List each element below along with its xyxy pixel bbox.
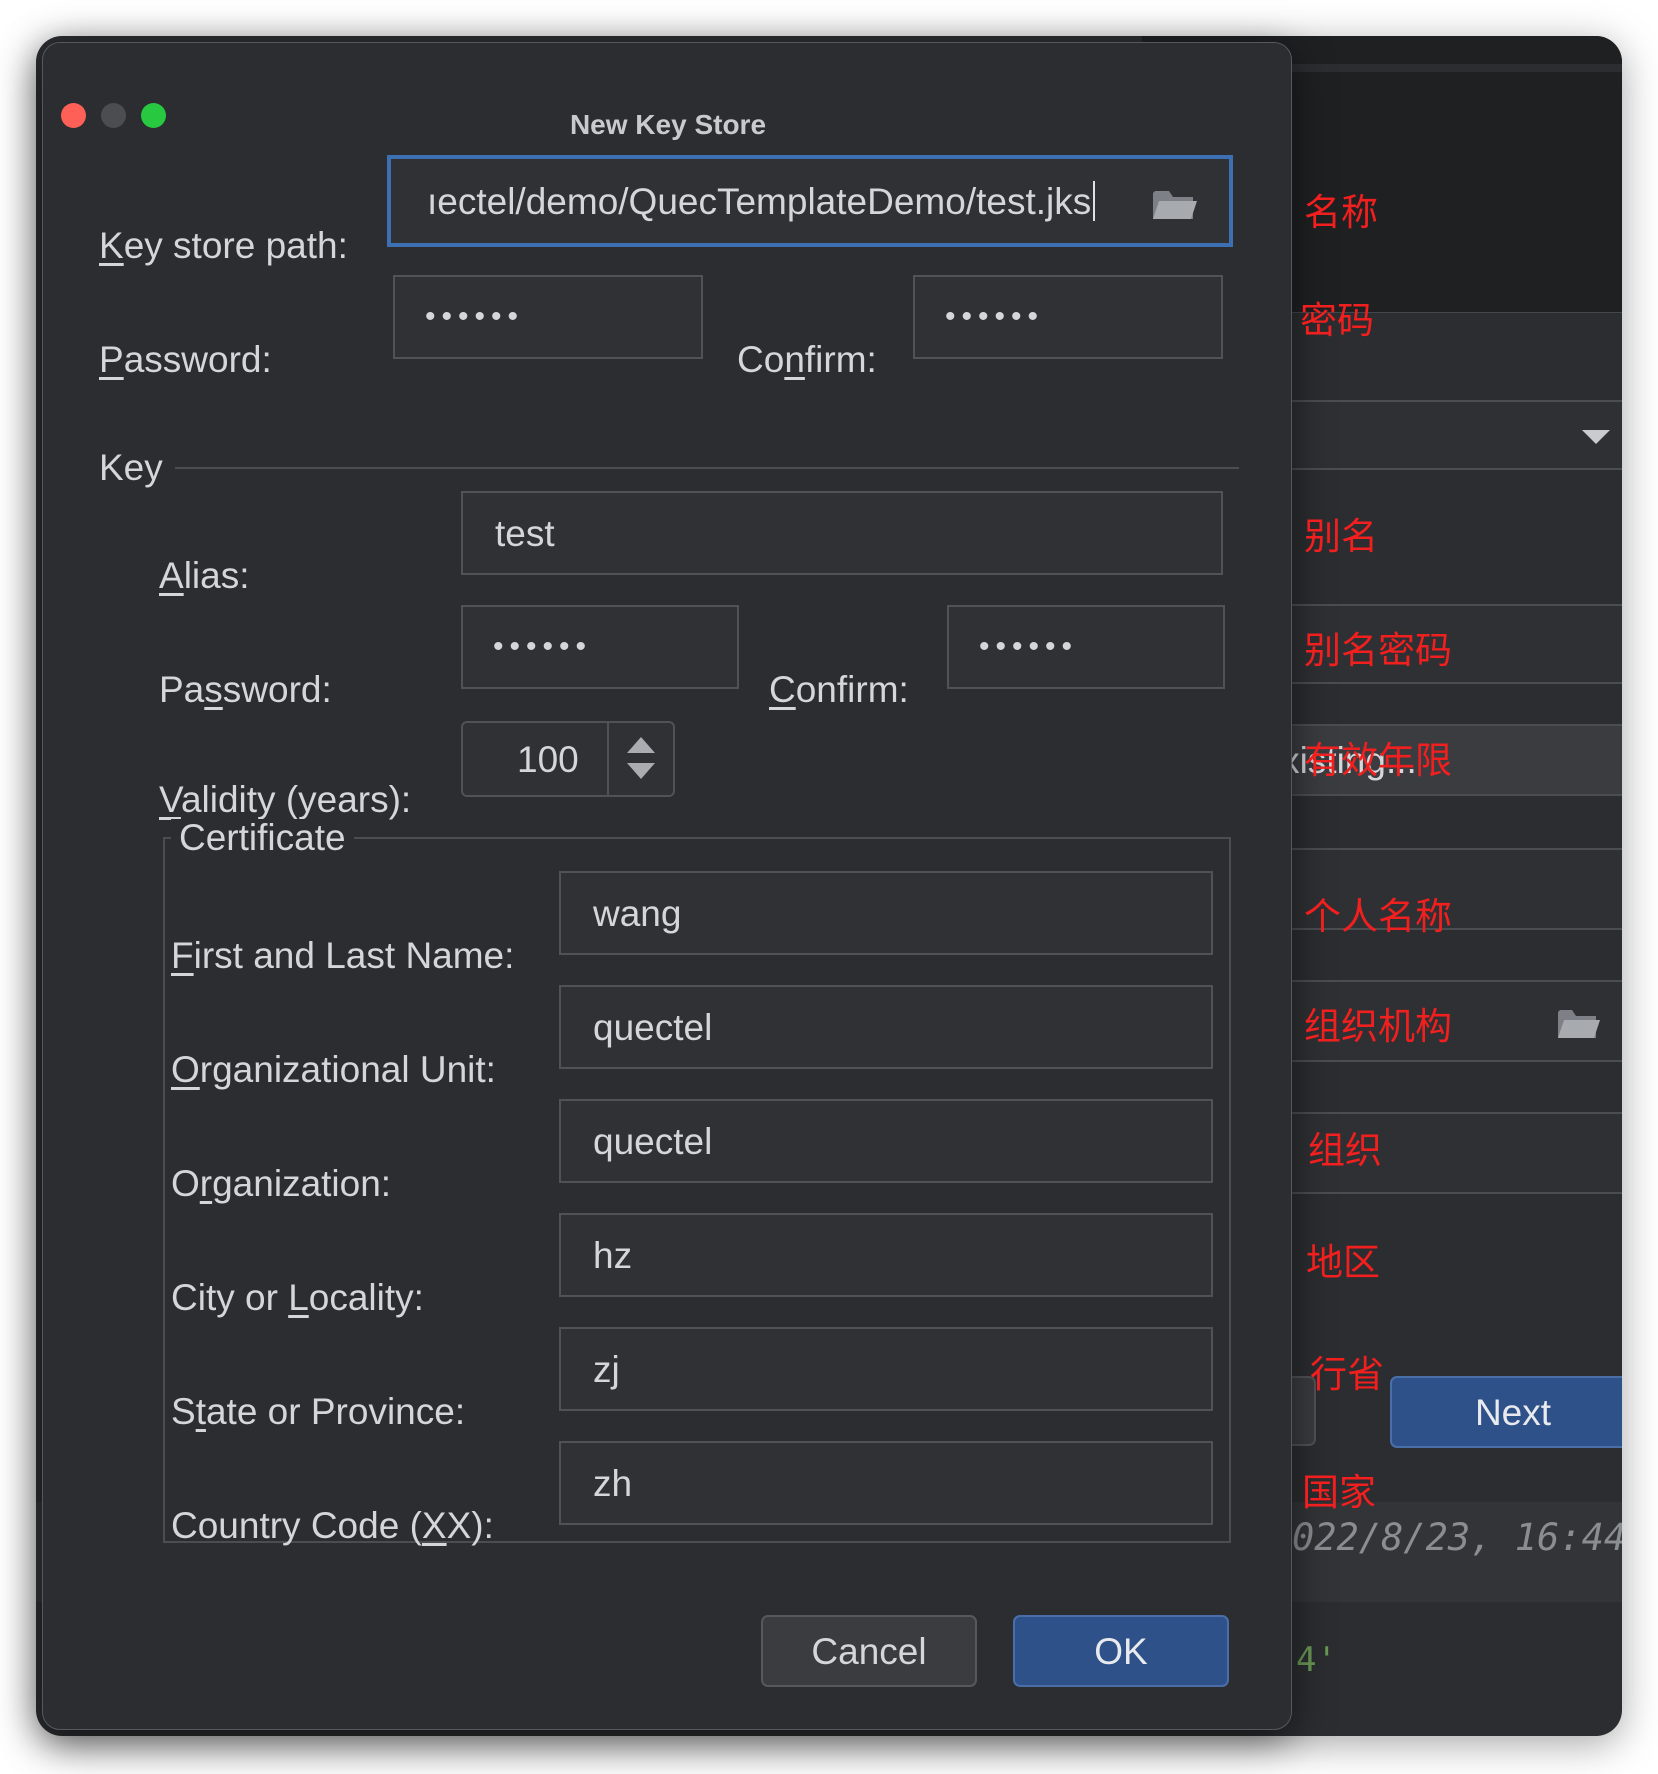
folder-icon[interactable] xyxy=(1556,1004,1602,1042)
annotation-validity: 有效年限 xyxy=(1304,739,1452,782)
first-last-name-input[interactable]: wang xyxy=(559,871,1213,955)
cancel-button[interactable]: Cancel xyxy=(761,1615,977,1687)
annotation-personal-name: 个人名称 xyxy=(1304,895,1452,938)
keystore-confirm-input[interactable]: •••••• xyxy=(913,275,1223,359)
first-last-name-label: First and Last Name: xyxy=(171,935,515,976)
log-timestamp: 022/8/23, 16:44 xyxy=(1292,1516,1622,1559)
code-fragment: 4' xyxy=(1296,1640,1337,1680)
annotation-country: 国家 xyxy=(1302,1471,1376,1514)
text-cursor xyxy=(1093,181,1096,221)
annotation-alias: 别名 xyxy=(1304,515,1378,558)
key-section-divider xyxy=(175,467,1239,469)
dialog-title: New Key Store xyxy=(569,109,767,140)
city-label: City or Locality: xyxy=(171,1277,424,1318)
organization-label: Organization: xyxy=(171,1163,392,1204)
chevron-down-icon xyxy=(1582,430,1610,444)
state-label: State or Province: xyxy=(171,1391,466,1432)
key-confirm-input[interactable]: •••••• xyxy=(947,605,1225,689)
key-password-input[interactable]: •••••• xyxy=(461,605,739,689)
validity-spinner[interactable]: 100 xyxy=(461,721,675,797)
country-code-input[interactable]: zh xyxy=(559,1441,1213,1525)
key-confirm-label: Confirm: xyxy=(769,669,909,710)
key-store-path-value: ıectel/demo/QuecTemplateDemo/test.jks xyxy=(427,180,1092,222)
keystore-password-label: Password: xyxy=(99,339,272,380)
org-unit-input[interactable]: quectel xyxy=(559,985,1213,1069)
state-input[interactable]: zj xyxy=(559,1327,1213,1411)
new-key-store-dialog: New Key Store Key store path: ıectel/dem… xyxy=(42,42,1292,1730)
annotation-org-unit: 组织机构 xyxy=(1304,1005,1452,1048)
annotation-password: 密码 xyxy=(1300,299,1374,342)
spinner-divider xyxy=(607,723,609,795)
annotation-alias-password: 别名密码 xyxy=(1304,629,1452,672)
alias-label: Alias: xyxy=(159,555,250,596)
alias-input[interactable]: test xyxy=(461,491,1223,575)
key-store-path-input[interactable]: ıectel/demo/QuecTemplateDemo/test.jks xyxy=(387,155,1233,247)
organization-input[interactable]: quectel xyxy=(559,1099,1213,1183)
validity-value: 100 xyxy=(517,738,579,780)
annotation-region: 地区 xyxy=(1306,1241,1380,1284)
annotation-name: 名称 xyxy=(1304,191,1378,234)
increment-arrow-icon[interactable] xyxy=(627,737,655,753)
org-unit-label: Organizational Unit: xyxy=(171,1049,496,1090)
keystore-password-input[interactable]: •••••• xyxy=(393,275,703,359)
key-section-title: Key xyxy=(99,447,163,488)
country-code-label: Country Code (XX): xyxy=(171,1505,494,1546)
certificate-legend: Certificate xyxy=(171,819,354,856)
ok-button[interactable]: OK xyxy=(1013,1615,1229,1687)
key-password-label: Password: xyxy=(159,669,332,710)
annotation-organization: 组织 xyxy=(1308,1129,1382,1172)
decrement-arrow-icon[interactable] xyxy=(627,763,655,779)
next-button[interactable]: Next xyxy=(1390,1376,1622,1448)
city-input[interactable]: hz xyxy=(559,1213,1213,1297)
validity-label: Validity (years): xyxy=(159,779,412,820)
folder-icon[interactable] xyxy=(1151,185,1199,223)
key-store-path-label: Key store path: xyxy=(99,225,348,266)
keystore-confirm-label: Confirm: xyxy=(737,339,877,380)
annotation-province: 行省 xyxy=(1310,1353,1384,1396)
